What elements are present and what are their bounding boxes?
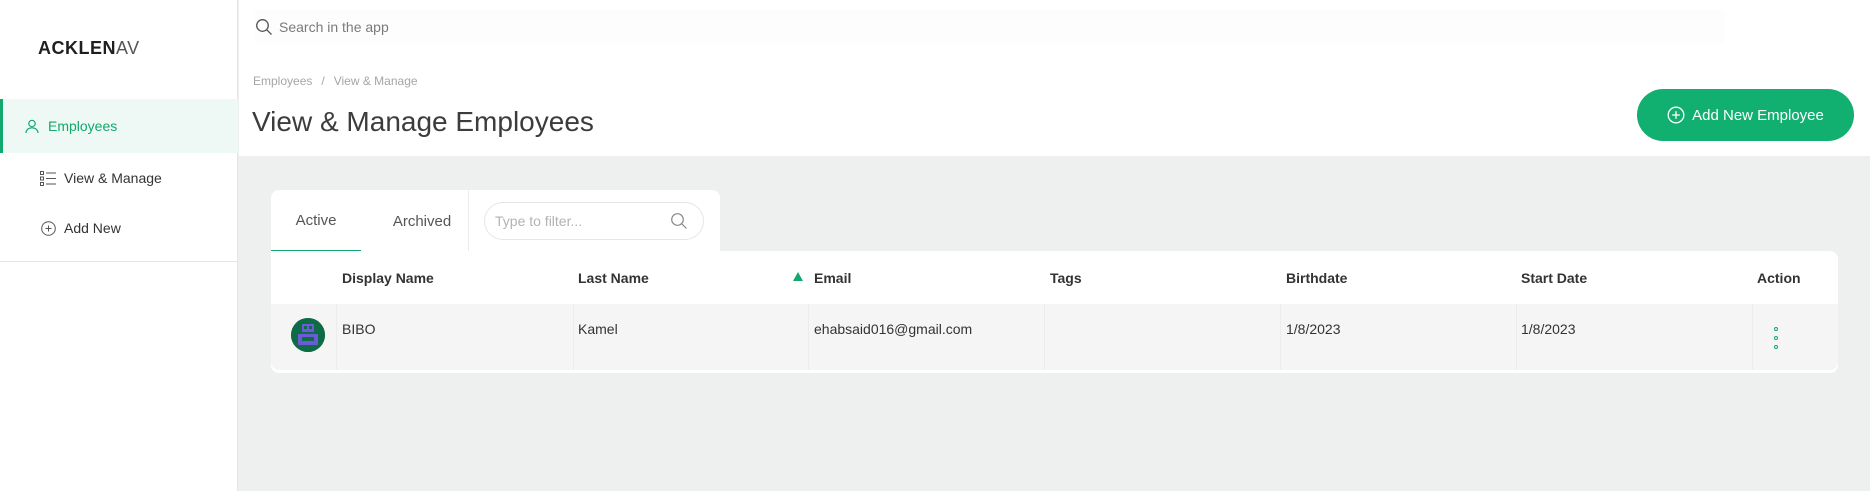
logo-text: ACKLEN	[38, 38, 116, 58]
sidebar-item-add-new[interactable]: Add New	[0, 203, 238, 253]
list-icon	[40, 170, 56, 186]
column-header-tags[interactable]: Tags	[1050, 251, 1082, 304]
column-divider	[1516, 304, 1517, 370]
tab-active[interactable]: Active	[271, 190, 361, 252]
cell-start-date: 1/8/2023	[1521, 321, 1576, 337]
column-divider	[336, 304, 337, 370]
sort-ascending-icon[interactable]	[793, 272, 803, 281]
column-header-start-date[interactable]: Start Date	[1521, 251, 1587, 304]
table-row[interactable]: BIBO Kamel ehabsaid016@gmail.com 1/8/202…	[271, 304, 1838, 370]
column-divider	[808, 304, 809, 370]
breadcrumb-separator: /	[321, 74, 325, 88]
column-divider	[573, 304, 574, 370]
global-search	[255, 10, 1725, 44]
column-header-display-name[interactable]: Display Name	[342, 251, 434, 304]
column-divider	[1752, 304, 1753, 370]
column-header-last-name[interactable]: Last Name	[578, 251, 649, 304]
filter-input[interactable]	[495, 213, 670, 229]
tabs-divider	[468, 190, 469, 252]
cell-email: ehabsaid016@gmail.com	[814, 321, 973, 337]
plus-circle-icon	[40, 220, 56, 236]
app-logo[interactable]: ACKLENAV	[38, 38, 140, 59]
search-icon[interactable]	[670, 212, 688, 230]
cell-birthdate: 1/8/2023	[1286, 321, 1341, 337]
column-divider	[1280, 304, 1281, 370]
header: Employees / View & Manage View & Manage Em…	[239, 0, 1870, 156]
search-icon	[255, 18, 273, 36]
sidebar-item-employees[interactable]: Employees	[0, 99, 238, 153]
employees-table: Display Name Last Name Email Tags Birthd…	[271, 251, 1838, 373]
cell-display-name: BIBO	[342, 321, 376, 337]
user-icon	[24, 118, 40, 134]
page-title: View & Manage Employees	[252, 106, 594, 137]
plus-circle-icon	[1667, 106, 1685, 124]
filter-box	[484, 202, 704, 240]
tabs-bar: Active Archived	[271, 190, 720, 252]
sidebar-item-label: Add New	[64, 220, 121, 236]
breadcrumb-item-view-manage: View & Manage	[333, 74, 418, 88]
cell-last-name: Kamel	[578, 321, 618, 337]
avatar	[291, 318, 325, 352]
kebab-dot	[1774, 336, 1778, 340]
sidebar: ACKLENAV Employees View & Manage Add New	[0, 0, 238, 491]
logo-tail: AV	[116, 38, 140, 58]
column-header-action: Action	[1757, 269, 1801, 286]
column-header-email[interactable]: Email	[814, 251, 851, 304]
breadcrumb-item-employees[interactable]: Employees	[253, 74, 312, 88]
row-actions-menu-icon[interactable]	[1770, 327, 1782, 349]
sidebar-item-view-manage[interactable]: View & Manage	[0, 153, 238, 203]
sidebar-item-label: Employees	[48, 118, 118, 134]
search-input[interactable]	[279, 19, 1679, 35]
kebab-dot	[1774, 345, 1778, 349]
breadcrumb: Employees / View & Manage	[253, 74, 418, 88]
add-new-employee-button[interactable]: Add New Employee	[1637, 89, 1854, 141]
column-header-birthdate[interactable]: Birthdate	[1286, 251, 1347, 304]
add-new-employee-label: Add New Employee	[1692, 106, 1824, 124]
sidebar-nav: Employees View & Manage Add New	[0, 99, 238, 262]
sidebar-item-label: View & Manage	[64, 170, 162, 186]
column-divider	[1044, 304, 1045, 370]
tab-archived[interactable]: Archived	[385, 190, 459, 252]
kebab-dot	[1774, 327, 1778, 331]
